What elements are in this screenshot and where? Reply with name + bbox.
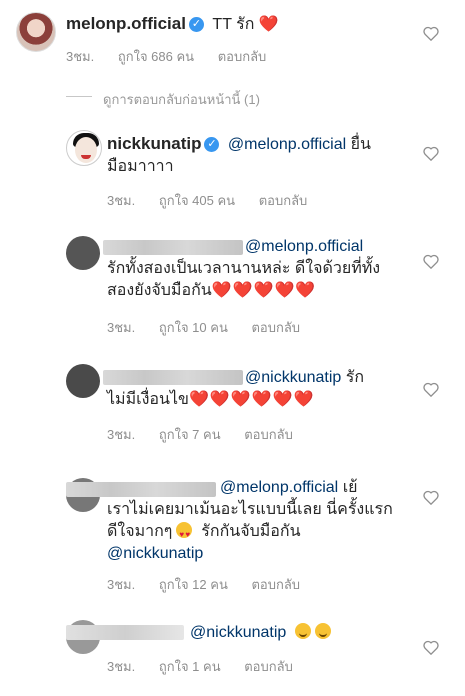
heart-emoji-icon: ❤️	[258, 16, 280, 33]
comment-text: รัก	[345, 369, 365, 386]
smile-emoji-icon	[294, 623, 311, 639]
mention-link[interactable]: @nickkunatip	[190, 624, 286, 641]
heart-emoji-icon: ❤️❤️❤️❤️❤️❤️	[188, 391, 315, 408]
avatar[interactable]	[66, 130, 102, 166]
verified-badge-icon: ✓	[188, 17, 204, 33]
comment-meta: 3ชม. ถูกใจ 12 คน ตอบกลับ	[107, 574, 320, 595]
comment-text: เย้	[342, 479, 358, 496]
comment-text: รักทั้งสองเป็นเวลานานหล่ะ ดีใจด้วยที่ทั้…	[107, 260, 381, 277]
comment-time: 3ชม.	[107, 427, 136, 442]
avatar[interactable]	[66, 364, 100, 398]
heart-outline-icon[interactable]	[423, 382, 439, 397]
comment-meta: 3ชม. ถูกใจ 10 คน ตอบกลับ	[107, 317, 320, 338]
comment-username[interactable]: nickkunatip	[107, 134, 201, 153]
comment-meta: 3ชม. ถูกใจ 7 คน ตอบกลับ	[107, 424, 313, 445]
heart-emoji-icon: ❤️❤️❤️❤️❤️	[211, 282, 317, 299]
comment-meta: 3ชม. ถูกใจ 405 คน ตอบกลับ	[107, 190, 327, 211]
reply-button[interactable]: ตอบกลับ	[218, 49, 267, 64]
view-previous-replies[interactable]: ดูการตอบกลับก่อนหน้านี้ (1)	[103, 89, 260, 110]
comment-time: 3ชม.	[66, 49, 95, 64]
reply-button[interactable]: ตอบกลับ	[244, 659, 293, 674]
comment-meta: 3ชม. ถูกใจ 686 คน ตอบกลับ	[66, 46, 286, 67]
reply-button[interactable]: ตอบกลับ	[244, 427, 293, 442]
mention-link[interactable]: @melonp.official	[228, 136, 346, 153]
comment-username[interactable]: melonp.official	[66, 14, 186, 33]
verified-badge-icon: ✓	[204, 137, 220, 153]
comment-likes[interactable]: ถูกใจ 686 คน	[118, 49, 194, 64]
reply-button[interactable]: ตอบกลับ	[251, 577, 300, 592]
comment-text: TT รัก	[212, 16, 255, 33]
comment-text: ดีใจมากๆ	[107, 523, 173, 540]
comment-likes[interactable]: ถูกใจ 1 คน	[159, 659, 221, 674]
replies-divider	[66, 96, 92, 97]
comment-text: สองยังจับมือกัน	[107, 282, 212, 299]
heart-outline-icon[interactable]	[423, 26, 439, 41]
heart-outline-icon[interactable]	[423, 146, 439, 161]
comment-time: 3ชม.	[107, 320, 136, 335]
comment-meta: 3ชม. ถูกใจ 1 คน ตอบกลับ	[107, 656, 313, 677]
main-comment: melonp.official ✓ TT รัก ❤️	[66, 14, 280, 36]
comment-likes[interactable]: ถูกใจ 12 คน	[159, 577, 228, 592]
comment-text: ยื่น	[350, 136, 371, 153]
heart-outline-icon[interactable]	[423, 490, 439, 505]
heart-outline-icon[interactable]	[423, 640, 439, 655]
avatar[interactable]	[16, 12, 56, 52]
comment-likes[interactable]: ถูกใจ 10 คน	[159, 320, 228, 335]
comment-text: มือมาาาา	[107, 158, 174, 175]
reply-button[interactable]: ตอบกลับ	[259, 193, 308, 208]
heart-eyes-emoji-icon	[176, 522, 193, 546]
reply-comment: @melonp.official เย้ เราไม่เคยมาเม้นอะไร…	[107, 477, 393, 565]
comment-likes[interactable]: ถูกใจ 405 คน	[159, 193, 235, 208]
reply-comment: @melonp.official รักทั้งสองเป็นเวลานานหล…	[107, 236, 380, 302]
avatar[interactable]	[66, 236, 100, 270]
mention-link[interactable]: @melonp.official	[220, 479, 338, 496]
mention-link[interactable]: @melonp.official	[245, 238, 363, 255]
comment-likes[interactable]: ถูกใจ 7 คน	[159, 427, 221, 442]
comment-time: 3ชม.	[107, 577, 136, 592]
reply-comment: nickkunatip ✓ @melonp.official ยื่น มือมา…	[107, 133, 371, 178]
reply-button[interactable]: ตอบกลับ	[251, 320, 300, 335]
heart-outline-icon[interactable]	[423, 254, 439, 269]
comment-time: 3ชม.	[107, 659, 136, 674]
comment-text: เราไม่เคยมาเม้นอะไรแบบนี้เลย นี่ครั้งแรก	[107, 501, 393, 518]
reply-comment: @nickkunatip	[107, 622, 331, 644]
reply-comment: @nickkunatip รัก ไม่มีเงื่อนไข❤️❤️❤️❤️❤️…	[107, 367, 364, 411]
comment-text: ไม่มีเงื่อนไข	[107, 391, 189, 408]
comment-text: รักกันจับมือกัน	[201, 523, 301, 540]
mention-link[interactable]: @nickkunatip	[245, 369, 341, 386]
smile-emoji-icon	[314, 623, 331, 639]
comment-time: 3ชม.	[107, 193, 136, 208]
mention-link[interactable]: @nickkunatip	[107, 545, 203, 562]
